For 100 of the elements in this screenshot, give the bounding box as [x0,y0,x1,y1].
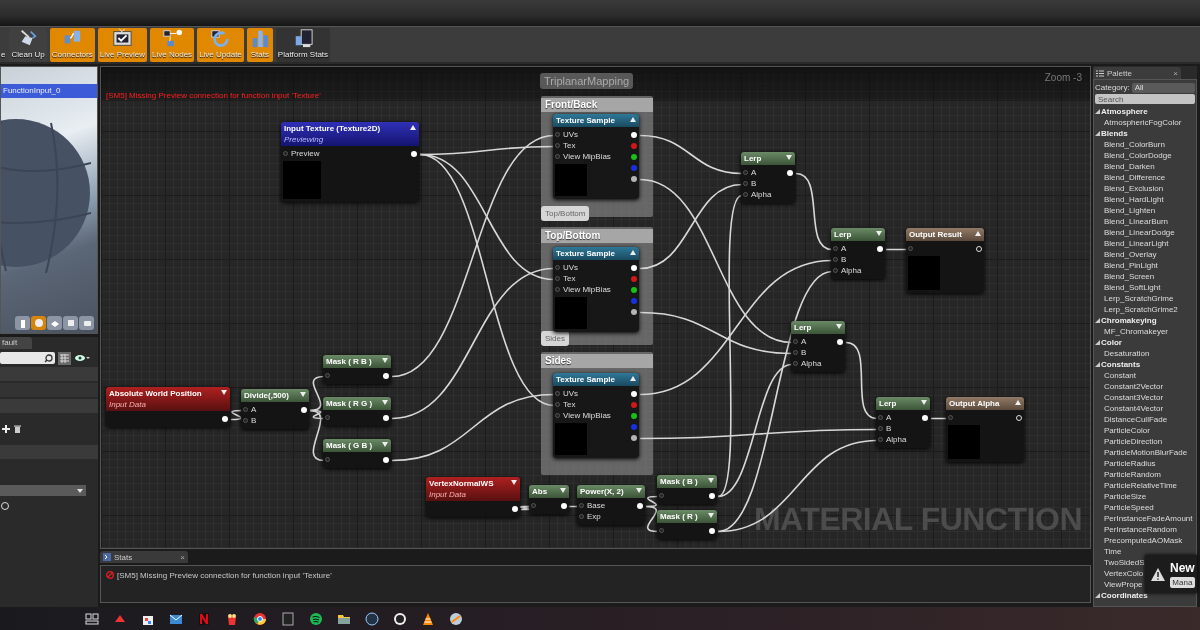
palette-item[interactable]: Blend_LinearBurn [1095,216,1195,227]
view-mode-button[interactable] [47,316,62,330]
input-pin[interactable] [743,192,748,197]
palette-item[interactable]: ParticleDirection [1095,436,1195,447]
input-pin[interactable] [878,426,883,431]
palette-item[interactable]: ParticleColor [1095,425,1195,436]
palette-item[interactable]: PrecomputedAOMask [1095,535,1195,546]
input-pin[interactable] [555,132,560,137]
view-mode-button[interactable] [63,316,78,330]
output-pin[interactable] [631,390,637,397]
output-pin[interactable] [561,502,567,509]
palette-item[interactable]: Blend_ColorDodge [1095,150,1195,161]
input-pin[interactable] [743,170,748,175]
grid-view-button[interactable] [58,351,71,365]
palette-item[interactable]: Blend_PinLight [1095,260,1195,271]
toolbar-button[interactable]: Clean Up [9,27,47,62]
output-pin[interactable] [383,372,389,379]
output-pin[interactable] [222,415,228,422]
palette-item[interactable]: Blend_LinearLight [1095,238,1195,249]
input-pin[interactable] [793,339,798,344]
output-pin[interactable] [922,414,928,421]
input-pin[interactable] [555,287,560,292]
palette-item[interactable]: Constant4Vector [1095,403,1195,414]
output-pin[interactable] [383,414,389,421]
input-pin[interactable] [948,415,953,420]
details-tab[interactable]: fault [0,337,32,349]
input-pin[interactable] [833,257,838,262]
category-header[interactable]: Color [1101,338,1122,347]
palette-item[interactable]: Blend_ColorBurn [1095,139,1195,150]
palette-item[interactable]: DistanceCullFade [1095,414,1195,425]
palette-item[interactable]: ParticleRadius [1095,458,1195,469]
output-pin[interactable] [837,338,843,345]
palette-item[interactable]: Blend_LinearDodge [1095,227,1195,238]
palette-item[interactable]: AtmosphericFogColor [1095,117,1195,128]
output-pin[interactable] [877,245,883,252]
input-pin[interactable] [833,268,838,273]
input-pin[interactable] [555,276,560,281]
input-pin[interactable] [531,503,536,508]
output-pin[interactable] [631,412,637,419]
input-pin[interactable] [243,407,248,412]
output-pin[interactable] [709,492,715,499]
palette-item[interactable]: Blend_Darken [1095,161,1195,172]
category-dropdown[interactable]: All [1131,82,1195,93]
input-pin[interactable] [659,528,664,533]
output-pin[interactable] [411,150,417,157]
input-pin[interactable] [908,246,913,251]
palette-item[interactable]: ParticleRelativeTime [1095,480,1195,491]
palette-item[interactable]: Constant [1095,370,1195,381]
category-header[interactable]: Blends [1101,129,1128,138]
output-pin[interactable] [631,434,637,441]
palette-item[interactable]: Blend_HardLight [1095,194,1195,205]
palette-tab[interactable]: Palette × [1093,67,1181,79]
view-mode-button[interactable] [15,316,30,330]
output-pin[interactable] [383,456,389,463]
palette-item[interactable]: Constant3Vector [1095,392,1195,403]
input-pin[interactable] [878,437,883,442]
close-button[interactable]: × [1173,68,1178,78]
comment-bubble[interactable]: Top/Bottom [541,206,590,221]
category-header[interactable]: Atmosphere [1101,107,1148,116]
palette-item[interactable]: Blend_Difference [1095,172,1195,183]
palette-item[interactable]: ParticleSize [1095,491,1195,502]
input-pin[interactable] [555,391,560,396]
input-pin[interactable] [555,413,560,418]
comment-bubble[interactable]: Sides [541,331,569,346]
category-header[interactable]: Chromakeying [1101,316,1157,325]
palette-item[interactable]: Lerp_ScratchGrime [1095,293,1195,304]
input-pin[interactable] [878,415,883,420]
output-pin[interactable] [631,308,637,315]
palette-item[interactable]: Lerp_ScratchGrime2 [1095,304,1195,315]
input-pin[interactable] [579,514,584,519]
input-pin[interactable] [793,350,798,355]
input-pin[interactable] [325,457,330,462]
stats-tab[interactable]: Stats × [100,551,188,563]
palette-item[interactable]: Desaturation [1095,348,1195,359]
input-pin[interactable] [555,402,560,407]
search-field[interactable]: Search [1095,94,1195,104]
input-pin[interactable] [743,181,748,186]
category-header[interactable]: Coordinates [1101,591,1148,600]
input-pin[interactable] [555,143,560,148]
output-pin[interactable] [301,406,307,413]
dropdown-field[interactable] [0,485,86,496]
output-pin[interactable] [512,505,518,512]
input-pin[interactable] [833,246,838,251]
toolbar-button[interactable]: Platform Stats [275,27,331,62]
input-pin[interactable] [325,415,330,420]
palette-item[interactable]: Blend_Overlay [1095,249,1195,260]
output-pin[interactable] [631,175,637,182]
output-pin[interactable] [709,527,715,534]
palette-item[interactable]: ParticleRandom [1095,469,1195,480]
output-pin[interactable] [637,502,643,509]
input-pin[interactable] [283,151,288,156]
palette-item[interactable]: ParticleMotionBlurFade [1095,447,1195,458]
palette-item[interactable]: PerInstanceFadeAmount [1095,513,1195,524]
input-pin[interactable] [243,418,248,423]
radio-button[interactable] [1,502,9,510]
input-pin[interactable] [659,493,664,498]
input-pin[interactable] [325,373,330,378]
input-pin[interactable] [793,361,798,366]
category-header[interactable]: Constants [1101,360,1141,369]
palette-item[interactable]: Blend_Lighten [1095,205,1195,216]
